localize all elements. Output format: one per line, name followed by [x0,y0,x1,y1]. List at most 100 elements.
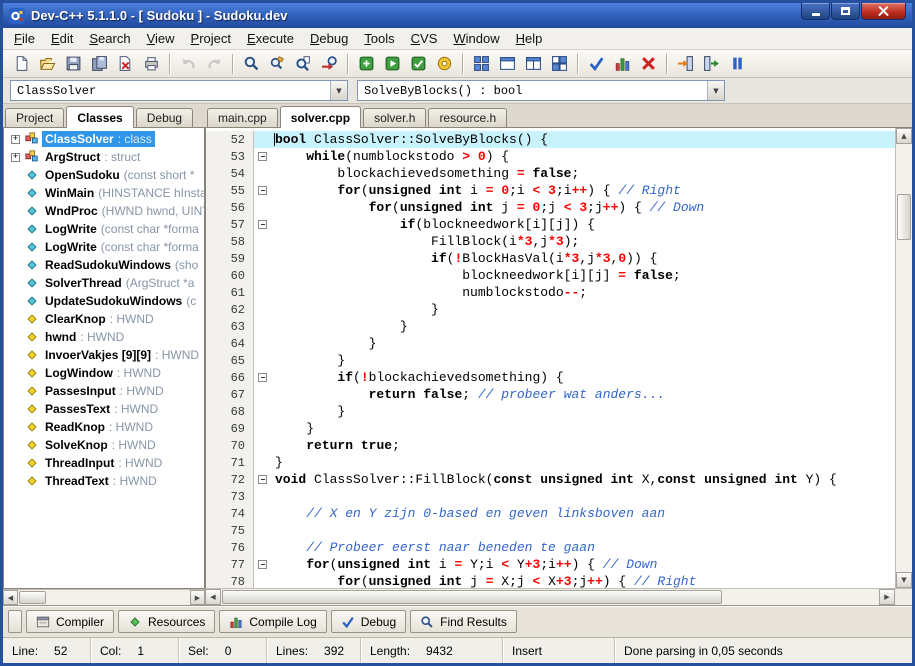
menu-view[interactable]: View [139,29,183,48]
tiles-button[interactable] [546,52,572,76]
code-line-74[interactable]: 74 // X en Y zijn 0-based en geven links… [206,505,895,522]
line-number[interactable]: 66 [206,369,254,386]
editor-vscrollbar[interactable]: ▲ ▼ [895,128,912,588]
scrollbar-track[interactable] [18,590,190,605]
line-number[interactable]: 73 [206,488,254,505]
print-button[interactable] [138,52,164,76]
line-number[interactable]: 70 [206,437,254,454]
bottom-tab-debug[interactable]: Debug [330,610,407,633]
line-number[interactable]: 57 [206,216,254,233]
code-line-69[interactable]: 69 } [206,420,895,437]
fold-collapse-icon[interactable] [258,475,267,484]
class-selector-combo[interactable]: ClassSolver ▼ [10,80,348,101]
code-line-56[interactable]: 56 for(unsigned int j = 0;j < 3;j++) { /… [206,199,895,216]
scroll-left-button[interactable]: ◀ [3,590,18,605]
line-number[interactable]: 60 [206,267,254,284]
maximize-button[interactable] [831,3,860,20]
tree-item-wndproc[interactable]: WndProc (HWND hwnd, UINT [4,202,204,220]
line-number[interactable]: 61 [206,284,254,301]
tab-classes[interactable]: Classes [66,106,134,128]
menu-search[interactable]: Search [81,29,138,48]
scroll-down-button[interactable]: ▼ [896,572,912,588]
goto-line-button[interactable] [316,52,342,76]
menu-project[interactable]: Project [183,29,239,48]
grid-button[interactable] [468,52,494,76]
line-number[interactable]: 75 [206,522,254,539]
class-selector-dropdown-button[interactable]: ▼ [330,81,347,100]
scrollbar-thumb[interactable] [19,591,46,604]
tree-item-argstruct[interactable]: + ArgStruct: struct [4,148,204,166]
line-number[interactable]: 78 [206,573,254,588]
tree-item-opensudoku[interactable]: OpenSudoku (const short * [4,166,204,184]
abort-button[interactable] [635,52,661,76]
tree-item-readknop[interactable]: ReadKnop: HWND [4,418,204,436]
replace-button[interactable] [264,52,290,76]
fold-collapse-icon[interactable] [258,152,267,161]
scrollbar-thumb[interactable] [222,590,723,604]
line-number[interactable]: 68 [206,403,254,420]
editor-hscrollbar[interactable]: ◀ ▶ [205,588,912,605]
code-area[interactable]: 52 bool ClassSolver::SolveByBlocks() {53 … [206,128,895,588]
split-window-button[interactable] [520,52,546,76]
save-button[interactable] [60,52,86,76]
line-number[interactable]: 53 [206,148,254,165]
compile-run-button[interactable] [405,52,431,76]
menu-edit[interactable]: Edit [43,29,81,48]
scrollbar-thumb[interactable] [897,194,911,240]
line-number[interactable]: 58 [206,233,254,250]
close-button[interactable] [861,3,906,20]
menu-help[interactable]: Help [508,29,551,48]
bottom-tab-resources[interactable]: Resources [118,610,216,633]
menu-execute[interactable]: Execute [239,29,302,48]
tree-item-winmain[interactable]: WinMain (HINSTANCE hInsta [4,184,204,202]
expand-icon[interactable]: + [11,152,20,162]
scroll-left-button[interactable]: ◀ [205,589,221,605]
line-number[interactable]: 64 [206,335,254,352]
code-line-68[interactable]: 68 } [206,403,895,420]
code-line-66[interactable]: 66 if(!blockachievedsomething) { [206,369,895,386]
line-number[interactable]: 55 [206,182,254,199]
bottom-tab-compiler[interactable]: Compiler [26,610,115,633]
scrollbar-track[interactable] [221,589,879,605]
tab-debug[interactable]: Debug [135,108,194,127]
tab-resource-h[interactable]: resource.h [428,108,508,127]
titlebar[interactable]: Dev-C++ 5.1.1.0 - [ Sudoku ] - Sudoku.de… [3,3,912,28]
undo-button[interactable] [175,52,201,76]
open-file-button[interactable] [34,52,60,76]
tree-item-logwrite[interactable]: LogWrite (const char *forma [4,238,204,256]
scrollbar-track[interactable] [896,144,912,572]
run-button[interactable] [379,52,405,76]
code-line-78[interactable]: 78 for(unsigned int j = X;j < X+3;j++) {… [206,573,895,588]
fold-collapse-icon[interactable] [258,186,267,195]
rebuild-button[interactable] [431,52,457,76]
code-line-60[interactable]: 60 blockneedwork[i][j] = false; [206,267,895,284]
tree-item-logwindow[interactable]: LogWindow: HWND [4,364,204,382]
line-number[interactable]: 69 [206,420,254,437]
menu-cvs[interactable]: CVS [403,29,446,48]
code-line-62[interactable]: 62 } [206,301,895,318]
line-number[interactable]: 62 [206,301,254,318]
line-number[interactable]: 56 [206,199,254,216]
tree-item-hwnd[interactable]: hwnd: HWND [4,328,204,346]
tree-item-threadinput[interactable]: ThreadInput: HWND [4,454,204,472]
close-file-button[interactable] [112,52,138,76]
window-pane-button[interactable] [494,52,520,76]
code-line-77[interactable]: 77 for(unsigned int i = Y;i < Y+3;i++) {… [206,556,895,573]
fold-collapse-icon[interactable] [258,560,267,569]
line-number[interactable]: 77 [206,556,254,573]
line-number[interactable]: 63 [206,318,254,335]
code-line-67[interactable]: 67 return false; // probeer wat anders..… [206,386,895,403]
tree-item-invoervakjes-9-9[interactable]: InvoerVakjes [9][9]: HWND [4,346,204,364]
panel-grip[interactable] [8,610,22,633]
code-line-53[interactable]: 53 while(numblockstodo > 0) { [206,148,895,165]
tree-item-updatesudokuwindows[interactable]: UpdateSudokuWindows (c [4,292,204,310]
member-selector-dropdown-button[interactable]: ▼ [707,81,724,100]
tree-item-solverthread[interactable]: SolverThread (ArgStruct *a [4,274,204,292]
code-line-63[interactable]: 63 } [206,318,895,335]
line-number[interactable]: 71 [206,454,254,471]
code-line-73[interactable]: 73 [206,488,895,505]
tree-item-threadtext[interactable]: ThreadText: HWND [4,472,204,490]
tree-item-passestext[interactable]: PassesText: HWND [4,400,204,418]
line-number[interactable]: 76 [206,539,254,556]
code-line-76[interactable]: 76 // Probeer eerst naar beneden te gaan [206,539,895,556]
